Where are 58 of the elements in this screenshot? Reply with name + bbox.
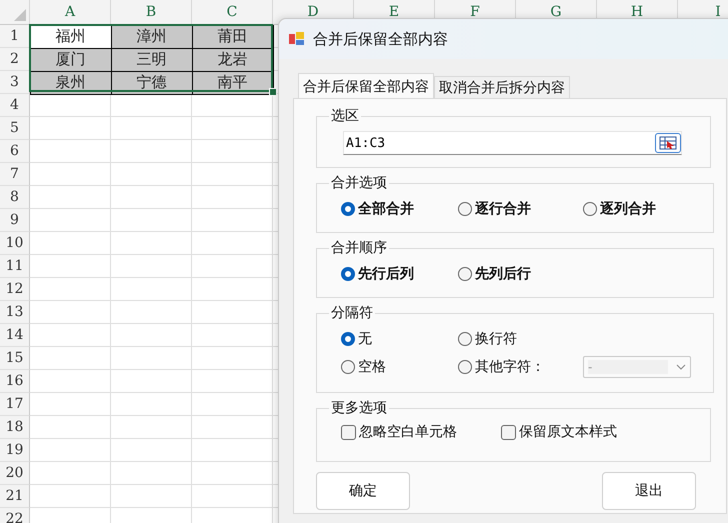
row-header[interactable]: 21	[0, 485, 30, 508]
row-header[interactable]: 10	[0, 232, 30, 255]
radio-option[interactable]: 先列后行	[458, 265, 583, 283]
row-header[interactable]: 2	[0, 48, 30, 71]
window-title: 合并后保留全部内容	[313, 30, 448, 48]
range-picker-button[interactable]	[655, 133, 681, 153]
row-header[interactable]: 9	[0, 209, 30, 232]
dropdown-value: -	[588, 360, 668, 374]
column-header[interactable]: A	[30, 0, 111, 25]
group-title: 分隔符	[330, 304, 374, 322]
row-header[interactable]: 18	[0, 416, 30, 439]
row-header[interactable]: 15	[0, 347, 30, 370]
table-cell: 厦门	[30, 48, 112, 72]
column-header[interactable]: B	[111, 0, 192, 25]
row-header[interactable]: 19	[0, 439, 30, 462]
tab[interactable]: 合并后保留全部内容	[298, 73, 434, 98]
row-header[interactable]: 4	[0, 94, 30, 117]
radio-option[interactable]: 无	[341, 330, 458, 348]
row-header[interactable]: 7	[0, 163, 30, 186]
fill-handle[interactable]	[269, 88, 277, 96]
field-value: A1:C3	[346, 136, 386, 150]
row-header[interactable]: 12	[0, 278, 30, 301]
row-header[interactable]: 11	[0, 255, 30, 278]
table-cell: 漳州	[110, 24, 192, 48]
radio-option[interactable]: 逐行合并	[458, 200, 583, 218]
triangle-icon	[14, 9, 26, 21]
tab[interactable]: 取消合并后拆分内容	[434, 76, 570, 98]
row-header[interactable]: 3	[0, 71, 30, 94]
radio-option[interactable]: 换行符	[458, 330, 583, 348]
dialog-button[interactable]: 退出	[602, 472, 696, 510]
dialog-button[interactable]: 确定	[316, 472, 410, 510]
group-title: 选区	[330, 107, 360, 125]
radio-option[interactable]: 全部合并	[341, 200, 458, 218]
checkbox-option[interactable]: 忽略空白单元格	[341, 423, 457, 441]
range-field[interactable]: A1:C3	[343, 131, 682, 155]
table-cell: 三明	[110, 48, 192, 72]
radio-option[interactable]: 逐列合并	[583, 200, 703, 218]
table-cell: 龙岩	[192, 48, 274, 72]
row-header[interactable]: 6	[0, 140, 30, 163]
row-header[interactable]: 1	[0, 25, 30, 48]
app-icon	[289, 31, 305, 47]
row-header[interactable]: 22	[0, 508, 30, 523]
group-title: 合并顺序	[330, 239, 388, 257]
row-header[interactable]: 17	[0, 393, 30, 416]
row-header[interactable]: 13	[0, 301, 30, 324]
row-header[interactable]: 14	[0, 324, 30, 347]
group-title: 合并选项	[330, 174, 388, 192]
row-header[interactable]: 5	[0, 117, 30, 140]
row-header[interactable]: 8	[0, 186, 30, 209]
row-header[interactable]: 20	[0, 462, 30, 485]
column-header[interactable]: C	[192, 0, 273, 25]
row-header[interactable]: 16	[0, 370, 30, 393]
chevron-down-icon	[676, 364, 686, 370]
radio-option[interactable]: 空格	[341, 358, 458, 376]
checkbox-option[interactable]: 保留原文本样式	[501, 423, 617, 441]
radio-option[interactable]: 其他字符：	[458, 358, 583, 376]
group-title: 更多选项	[330, 399, 388, 417]
radio-option[interactable]: 先行后列	[341, 265, 458, 283]
